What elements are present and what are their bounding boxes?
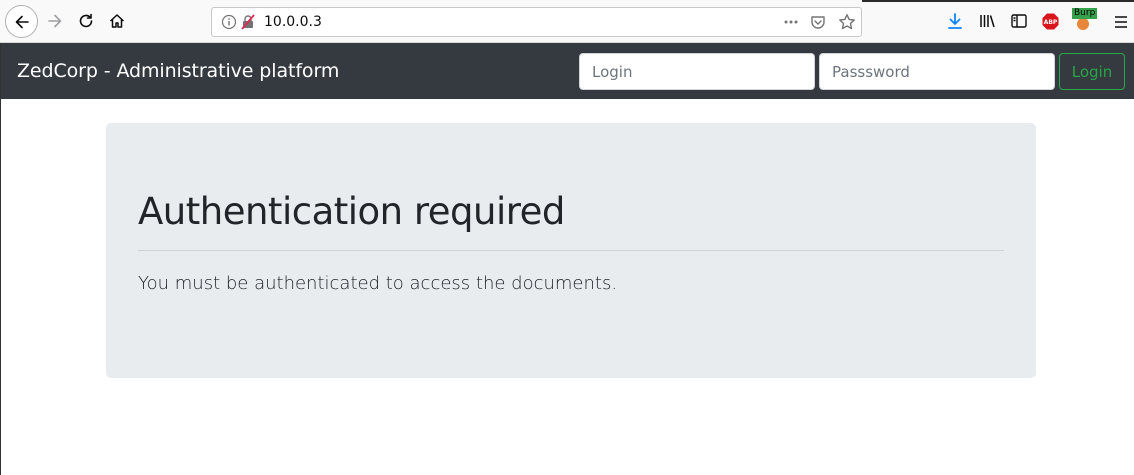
url-bar[interactable]: 10.0.0.3 xyxy=(211,7,862,37)
abp-label: ABP xyxy=(1044,19,1058,26)
page-actions-icon[interactable] xyxy=(782,13,800,35)
app-navbar: ZedCorp - Administrative platform Login xyxy=(1,43,1134,99)
home-button[interactable] xyxy=(102,6,132,36)
adblock-plus-icon[interactable]: ABP xyxy=(1042,13,1059,34)
sidebar-icon[interactable] xyxy=(1010,12,1028,34)
pocket-icon[interactable] xyxy=(810,14,826,34)
arrow-left-icon xyxy=(15,15,29,28)
info-icon[interactable] xyxy=(221,14,237,34)
burp-badge: Burp xyxy=(1072,8,1098,19)
reload-icon xyxy=(79,13,93,28)
browser-toolbar: 10.0.0.3 ABP Burp xyxy=(0,0,1134,43)
library-icon[interactable] xyxy=(978,12,996,34)
auth-message: You must be authenticated to access the … xyxy=(138,273,618,294)
insecure-lock-icon[interactable] xyxy=(240,14,256,34)
page-title: Authentication required xyxy=(138,190,565,233)
auth-jumbotron: Authentication required You must be auth… xyxy=(106,123,1036,378)
brand-title[interactable]: ZedCorp - Administrative platform xyxy=(17,60,339,82)
download-icon[interactable] xyxy=(946,12,964,34)
arrow-right-icon xyxy=(48,14,62,28)
password-input[interactable] xyxy=(819,53,1055,90)
burp-extension-icon[interactable]: Burp xyxy=(1072,8,1098,38)
login-button[interactable]: Login xyxy=(1059,53,1125,90)
window-edge xyxy=(0,43,1,475)
url-text[interactable]: 10.0.0.3 xyxy=(264,14,322,30)
tab-strip-line xyxy=(862,0,1134,2)
hamburger-menu-icon[interactable] xyxy=(1114,14,1128,33)
back-button[interactable] xyxy=(5,5,38,38)
bookmark-star-icon[interactable] xyxy=(838,13,856,35)
home-icon xyxy=(109,14,125,28)
forward-button[interactable] xyxy=(40,6,70,36)
divider xyxy=(138,250,1004,251)
login-input[interactable] xyxy=(579,53,815,90)
reload-button[interactable] xyxy=(71,6,101,36)
